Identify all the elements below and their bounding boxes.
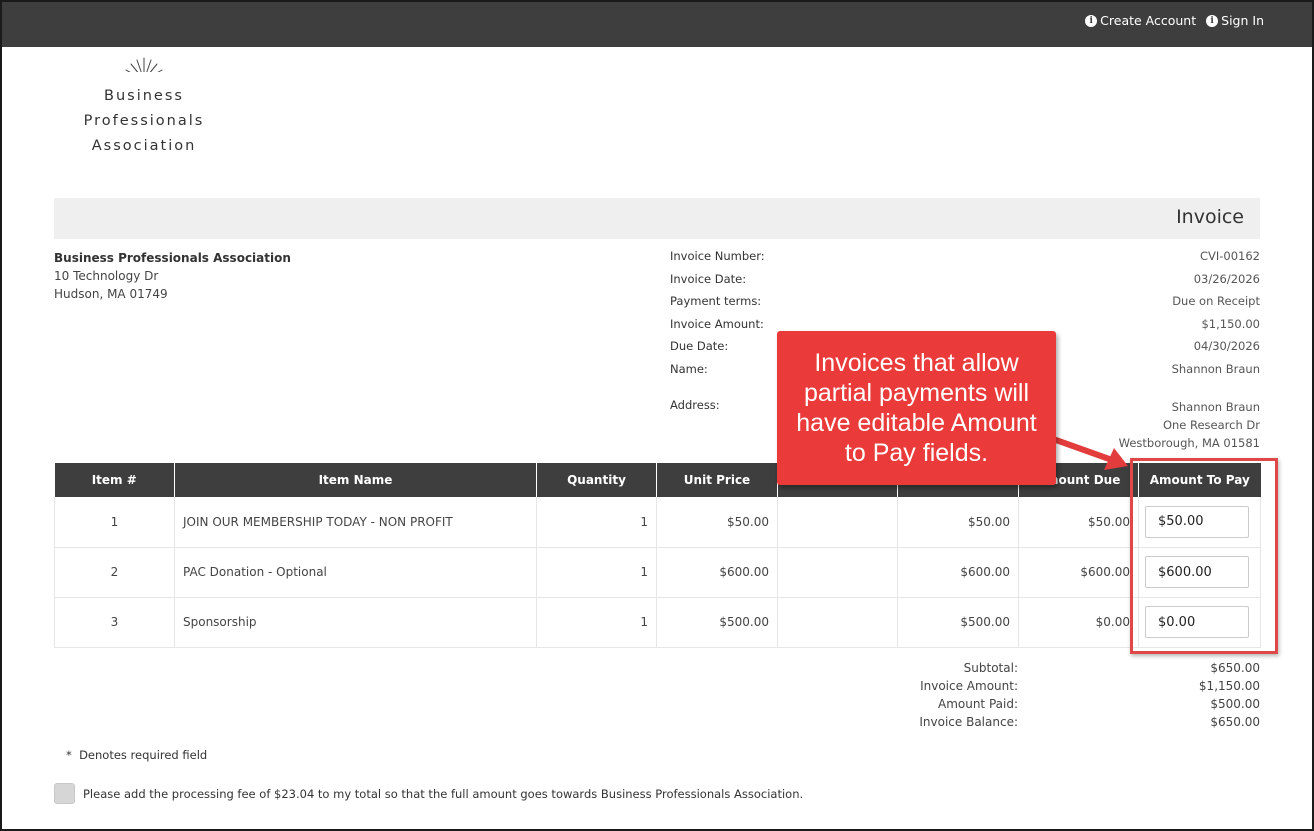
invoice-balance-value: $650.00 (1210, 715, 1260, 729)
address-line1: Shannon Braun (1171, 400, 1260, 414)
column-5-cell (777, 547, 898, 598)
item-number-cell: 1 (54, 497, 175, 548)
payment-terms-label: Payment terms: (670, 294, 762, 308)
organization-street: 10 Technology Dr (54, 269, 159, 283)
required-asterisk: * (66, 748, 72, 762)
payment-terms-row: Payment terms: Due on Receipt (670, 294, 1260, 317)
processing-fee-checkbox[interactable] (54, 783, 75, 804)
total-invoice-amount-row: Invoice Amount: $1,150.00 (860, 679, 1260, 697)
table-row: 3 Sponsorship 1 $500.00 $500.00 $0.00 (54, 597, 1261, 648)
due-date-label: Due Date: (670, 339, 729, 353)
invoice-balance-row: Invoice Balance: $650.00 (860, 715, 1260, 733)
required-note-text: Denotes required field (79, 748, 208, 762)
invoice-number-label: Invoice Number: (670, 249, 765, 263)
amount-paid-row: Amount Paid: $500.00 (860, 697, 1260, 715)
header-item-name: Item Name (174, 463, 537, 497)
amount-due-cell: $0.00 (1018, 597, 1139, 648)
table-row: 1 JOIN OUR MEMBERSHIP TODAY - NON PROFIT… (54, 497, 1261, 548)
sign-in-link[interactable]: i Sign In (1206, 13, 1264, 28)
item-number-cell: 2 (54, 547, 175, 598)
amount-paid-value: $500.00 (1210, 697, 1260, 711)
quantity-cell: 1 (536, 497, 657, 548)
processing-fee-text: Please add the processing fee of $23.04 … (83, 786, 804, 801)
header-quantity: Quantity (536, 463, 657, 497)
top-navigation-bar: i Create Account i Sign In (2, 2, 1312, 47)
due-date-value: 04/30/2026 (1193, 339, 1260, 353)
invoice-items-table: Item # Item Name Quantity Unit Price Amo… (54, 463, 1261, 648)
invoice-header-band: Invoice (54, 198, 1260, 239)
item-name-cell: Sponsorship (174, 597, 537, 648)
subtotal-row: Subtotal: $650.00 (860, 661, 1260, 679)
name-label: Name: (670, 361, 708, 376)
column-5-cell (777, 597, 898, 648)
column-6-cell: $50.00 (897, 497, 1019, 548)
payment-terms-value: Due on Receipt (1172, 294, 1260, 308)
column-6-cell: $600.00 (897, 547, 1019, 598)
header-unit-price: Unit Price (656, 463, 778, 497)
address-line3: Westborough, MA 01581 (1118, 436, 1260, 450)
unit-price-cell: $500.00 (656, 597, 778, 648)
header-item-number: Item # (54, 463, 175, 497)
organization-city: Hudson, MA 01749 (54, 287, 168, 301)
required-field-note: * Denotes required field (66, 748, 207, 762)
logo-text-line3: Association (91, 138, 197, 154)
invoice-date-value: 03/26/2026 (1193, 271, 1260, 286)
column-5-cell (777, 497, 898, 548)
table-row: 2 PAC Donation - Optional 1 $600.00 $600… (54, 547, 1261, 598)
logo-text-line1: Business (104, 88, 184, 104)
info-icon: i (1085, 14, 1098, 27)
account-links: i Create Account i Sign In (1085, 13, 1264, 28)
subtotal-value: $650.00 (1210, 661, 1260, 675)
info-icon: i (1206, 14, 1219, 27)
invoice-title: Invoice (1176, 206, 1244, 228)
invoice-totals: Subtotal: $650.00 Invoice Amount: $1,150… (860, 661, 1260, 733)
create-account-label: Create Account (1100, 13, 1197, 28)
invoice-date-row: Invoice Date: 03/26/2026 (670, 272, 1260, 295)
invoice-balance-label: Invoice Balance: (919, 715, 1018, 729)
invoice-number-row: Invoice Number: CVI-00162 (670, 249, 1260, 272)
callout-text: Invoices that allow partial payments wil… (796, 349, 1037, 467)
invoice-amount-value: $1,150.00 (1201, 316, 1260, 331)
address-label: Address: (670, 398, 720, 412)
callout-arrow-icon (1053, 437, 1128, 470)
invoice-number-value: CVI-00162 (1199, 249, 1260, 263)
name-value: Shannon Braun (1171, 361, 1260, 376)
logo-text-line2: Professionals (83, 113, 205, 129)
amount-to-pay-highlight-box (1130, 458, 1278, 654)
item-number-cell: 3 (54, 597, 175, 648)
sunburst-logo-icon (118, 57, 170, 82)
address-value: Shannon Braun One Research Dr Westboroug… (1119, 398, 1260, 452)
annotation-callout: Invoices that allow partial payments wil… (777, 331, 1056, 485)
item-name-cell: PAC Donation - Optional (174, 547, 537, 598)
sign-in-label: Sign In (1221, 13, 1264, 28)
amount-due-cell: $600.00 (1018, 547, 1139, 598)
organization-logo: Business Professionals Association (76, 56, 212, 159)
total-invoice-amount-label: Invoice Amount: (920, 679, 1018, 693)
item-name-cell: JOIN OUR MEMBERSHIP TODAY - NON PROFIT (174, 497, 537, 548)
total-invoice-amount-value: $1,150.00 (1198, 679, 1260, 693)
unit-price-cell: $50.00 (656, 497, 778, 548)
invoice-amount-label: Invoice Amount: (670, 316, 764, 331)
create-account-link[interactable]: i Create Account (1085, 13, 1196, 28)
invoice-date-label: Invoice Date: (670, 271, 747, 286)
organization-address: Business Professionals Association 10 Te… (54, 249, 291, 303)
column-6-cell: $500.00 (897, 597, 1019, 648)
processing-fee-option: Please add the processing fee of $23.04 … (54, 783, 803, 804)
amount-due-cell: $50.00 (1018, 497, 1139, 548)
amount-paid-label: Amount Paid: (937, 697, 1018, 711)
address-line2: One Research Dr (1162, 418, 1260, 432)
organization-name: Business Professionals Association (54, 251, 291, 265)
quantity-cell: 1 (536, 547, 657, 598)
subtotal-label: Subtotal: (963, 661, 1018, 675)
unit-price-cell: $600.00 (656, 547, 778, 598)
quantity-cell: 1 (536, 597, 657, 648)
